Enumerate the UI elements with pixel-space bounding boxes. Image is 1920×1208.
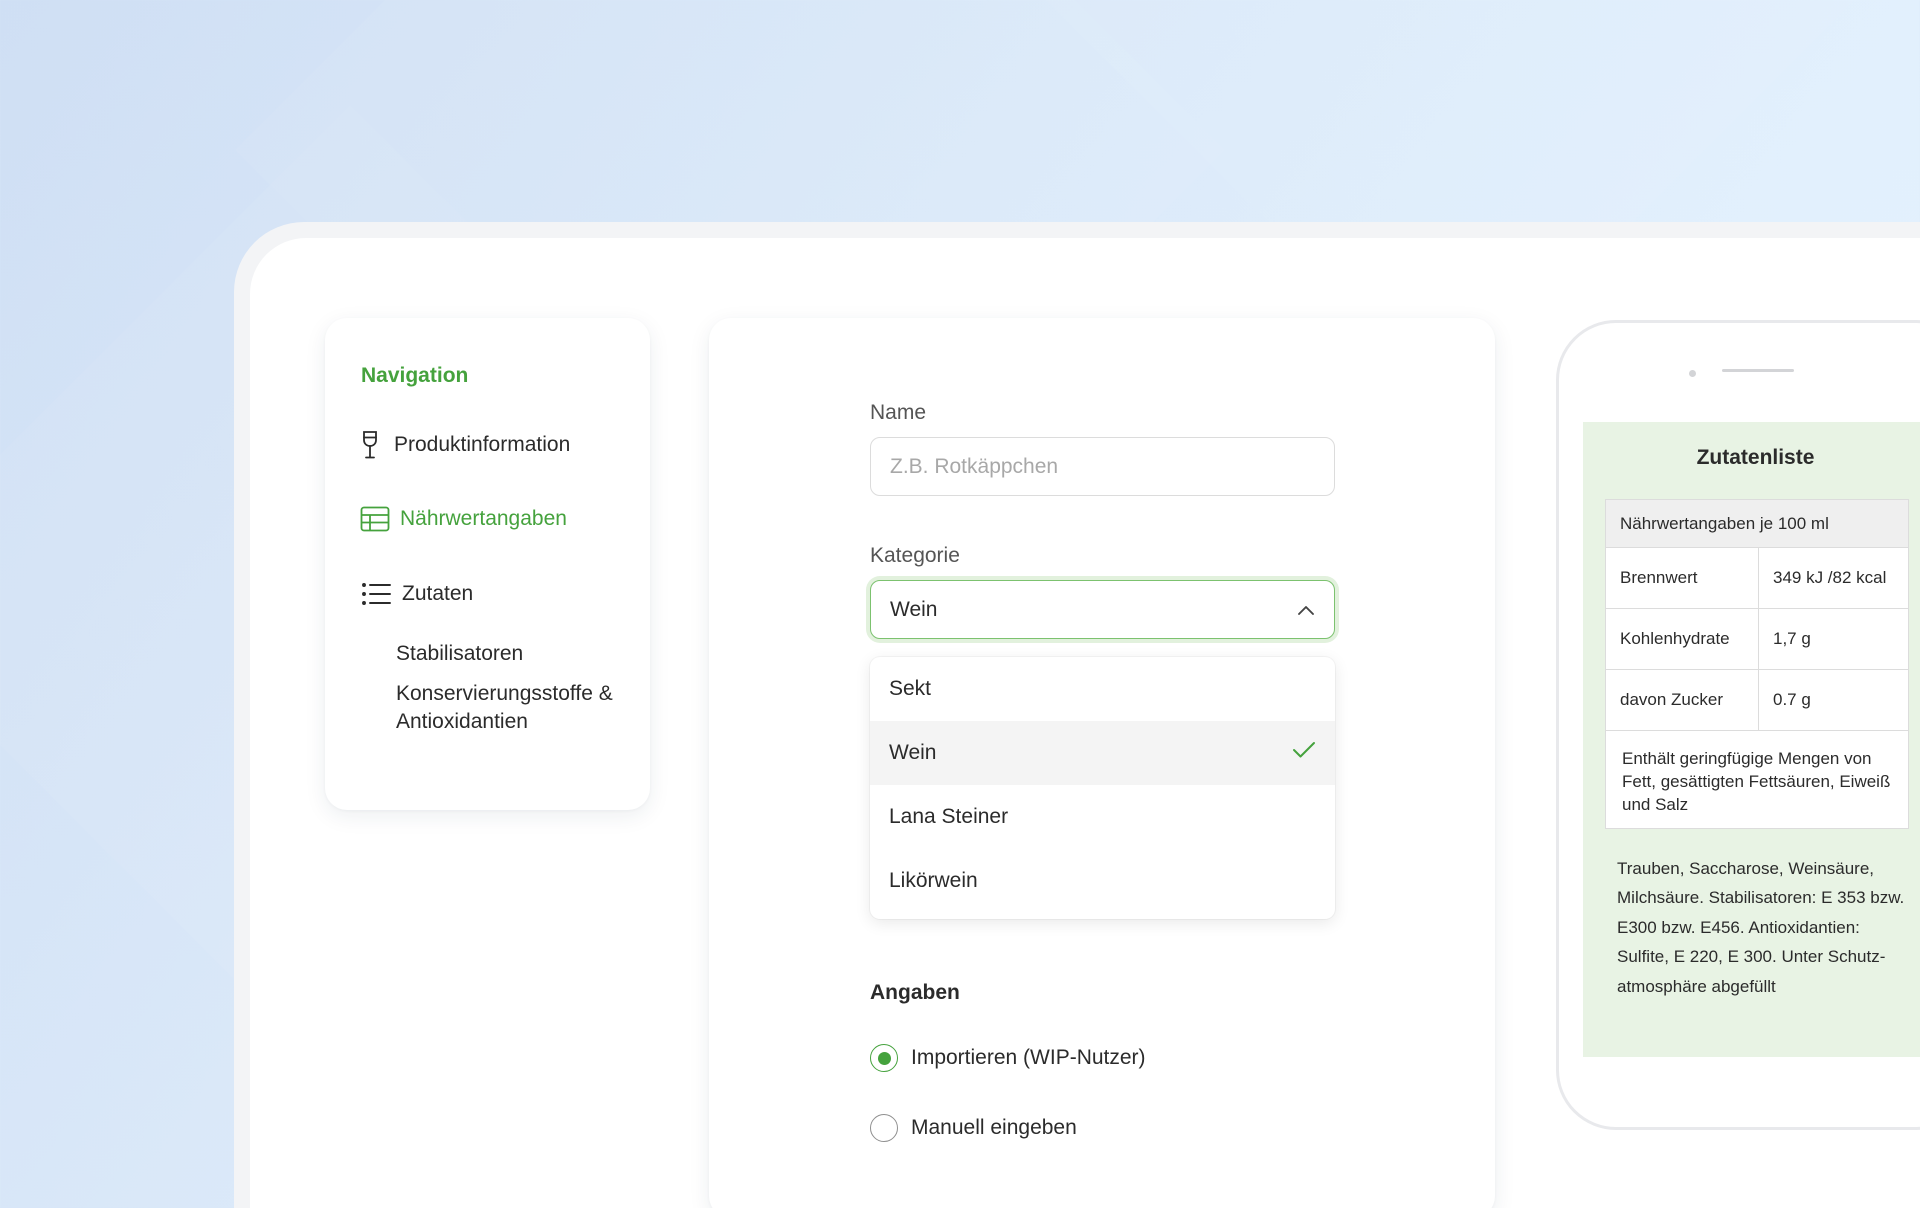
phone-speaker (1722, 369, 1794, 372)
category-label: Kategorie (870, 544, 960, 567)
dropdown-option-sekt[interactable]: Sekt (870, 657, 1335, 721)
ingredients-text: Trauben, Saccharose, Weinsäure, Milchsäu… (1617, 859, 1905, 996)
radio-manual[interactable]: Manuell eingeben (870, 1114, 1077, 1142)
nav-item-label: Produktinformation (394, 433, 571, 456)
nutrition-table-header-row: Nährwertangaben je 100 ml (1605, 499, 1909, 548)
dropdown-option-wein[interactable]: Wein (870, 721, 1335, 785)
ingredient-label-preview: Zutatenliste Nährwertangaben je 100 ml B… (1583, 422, 1920, 1057)
dropdown-option-label: Sekt (889, 677, 932, 700)
table-icon (359, 506, 390, 532)
radio-label: Importieren (WIP-Nutzer) (911, 1046, 1146, 1069)
table-row: Kohlenhydrate 1,7 g (1605, 608, 1909, 670)
nav-subitem-stabilisatoren[interactable]: Stabilisatoren (396, 640, 523, 668)
category-dropdown: Sekt Wein Lana Steiner Likörwein (870, 657, 1335, 919)
radio-import[interactable]: Importieren (WIP-Nutzer) (870, 1044, 1146, 1072)
nav-item-label: Nährwertangaben (400, 507, 567, 530)
angaben-section-title: Angaben (870, 981, 960, 1004)
nutrition-value: 0.7 g (1758, 669, 1909, 731)
wine-glass-icon (359, 430, 381, 460)
radio-selected-icon[interactable] (870, 1044, 898, 1072)
nutrition-label: Kohlenhydrate (1605, 608, 1759, 670)
radio-unselected-icon[interactable] (870, 1114, 898, 1142)
form-card: Name Kategorie Wein Sekt Wein Lana Stein… (709, 318, 1495, 1208)
nav-subitem-konservierungsstoffe[interactable]: Konservierungsstoffe & Antioxidantien (396, 680, 626, 736)
nav-item-label: Zutaten (402, 582, 474, 605)
nutrition-note: Enthält geringfügige Mengen von Fett, ge… (1605, 730, 1909, 829)
nutrition-table-header: Nährwertangaben je 100 ml (1605, 499, 1909, 548)
radio-label: Manuell eingeben (911, 1116, 1077, 1139)
name-input[interactable] (870, 437, 1335, 496)
checkmark-icon (1292, 741, 1316, 765)
dropdown-option-label: Lana Steiner (889, 805, 1009, 828)
name-label: Name (870, 401, 927, 424)
navigation-title: Navigation (361, 364, 469, 387)
nutrition-label: davon Zucker (1605, 669, 1759, 731)
category-select-value: Wein (890, 597, 938, 621)
list-icon (361, 582, 391, 606)
nav-item-produktinformation[interactable]: Produktinformation (359, 430, 570, 460)
dropdown-option-label: Wein (889, 741, 937, 764)
navigation-card: Navigation Produktinformation Nährwertan… (325, 318, 650, 810)
table-row: Brennwert 349 kJ /82 kcal (1605, 547, 1909, 609)
category-select[interactable]: Wein (870, 580, 1335, 639)
phone-camera-dot (1689, 370, 1696, 377)
table-row: Enthält geringfügige Mengen von Fett, ge… (1605, 730, 1909, 829)
nav-item-naehrwertangaben[interactable]: Nährwertangaben (359, 506, 567, 532)
nutrition-table: Nährwertangaben je 100 ml Brennwert 349 … (1605, 499, 1909, 829)
nutrition-label: Brennwert (1605, 547, 1759, 609)
nav-item-zutaten[interactable]: Zutaten (361, 582, 473, 606)
nutrition-value: 349 kJ /82 kcal (1758, 547, 1909, 609)
dropdown-option-likoerwein[interactable]: Likörwein (870, 849, 1335, 913)
chevron-up-icon (1297, 598, 1315, 622)
preview-title: Zutatenliste (1696, 446, 1815, 469)
dropdown-option-lana-steiner[interactable]: Lana Steiner (870, 785, 1335, 849)
table-row: davon Zucker 0.7 g (1605, 669, 1909, 731)
dropdown-option-label: Likörwein (889, 869, 978, 892)
nutrition-value: 1,7 g (1758, 608, 1909, 670)
